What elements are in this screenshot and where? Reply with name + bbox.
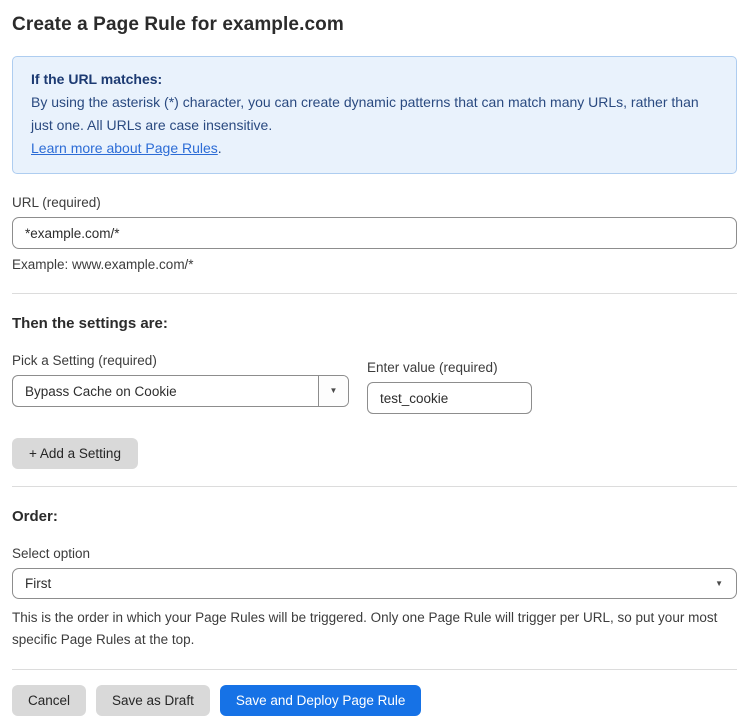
order-select-value: First: [25, 576, 51, 591]
setting-select[interactable]: Bypass Cache on Cookie ▼: [12, 375, 349, 407]
page-title: Create a Page Rule for example.com: [12, 14, 737, 36]
settings-row: Pick a Setting (required) Bypass Cache o…: [12, 332, 737, 414]
url-match-info-box: If the URL matches: By using the asteris…: [12, 56, 737, 174]
info-box-heading: If the URL matches:: [31, 68, 718, 91]
cancel-button[interactable]: Cancel: [12, 685, 86, 716]
divider: [12, 669, 737, 670]
link-suffix: .: [218, 140, 222, 156]
order-help-text: This is the order in which your Page Rul…: [12, 607, 732, 651]
order-select-label: Select option: [12, 546, 737, 561]
order-select[interactable]: First ▼: [12, 568, 737, 599]
create-page-rule-form: Create a Page Rule for example.com If th…: [0, 0, 750, 688]
add-setting-button[interactable]: + Add a Setting: [12, 438, 138, 469]
setting-value-input[interactable]: [367, 382, 532, 414]
chevron-down-icon: ▼: [715, 580, 723, 588]
url-input[interactable]: [12, 217, 737, 249]
divider: [12, 293, 737, 294]
settings-section-heading: Then the settings are:: [12, 315, 737, 332]
url-example-hint: Example: www.example.com/*: [12, 257, 737, 272]
setting-select-arrow-button[interactable]: ▼: [318, 376, 348, 406]
setting-select-label: Pick a Setting (required): [12, 353, 349, 368]
save-as-draft-button[interactable]: Save as Draft: [96, 685, 210, 716]
url-field-label: URL (required): [12, 195, 737, 210]
setting-value-column: Enter value (required): [367, 332, 532, 414]
info-box-link-line: Learn more about Page Rules.: [31, 137, 718, 160]
setting-select-value: Bypass Cache on Cookie: [13, 376, 318, 406]
info-box-body: By using the asterisk (*) character, you…: [31, 91, 718, 137]
divider: [12, 486, 737, 487]
value-field-label: Enter value (required): [367, 360, 532, 375]
setting-picker-column: Pick a Setting (required) Bypass Cache o…: [12, 332, 349, 407]
chevron-down-icon: ▼: [330, 387, 338, 395]
save-and-deploy-button[interactable]: Save and Deploy Page Rule: [220, 685, 422, 716]
order-section-heading: Order:: [12, 508, 737, 525]
learn-more-link[interactable]: Learn more about Page Rules: [31, 140, 218, 156]
footer-button-row: Cancel Save as Draft Save and Deploy Pag…: [12, 685, 737, 716]
